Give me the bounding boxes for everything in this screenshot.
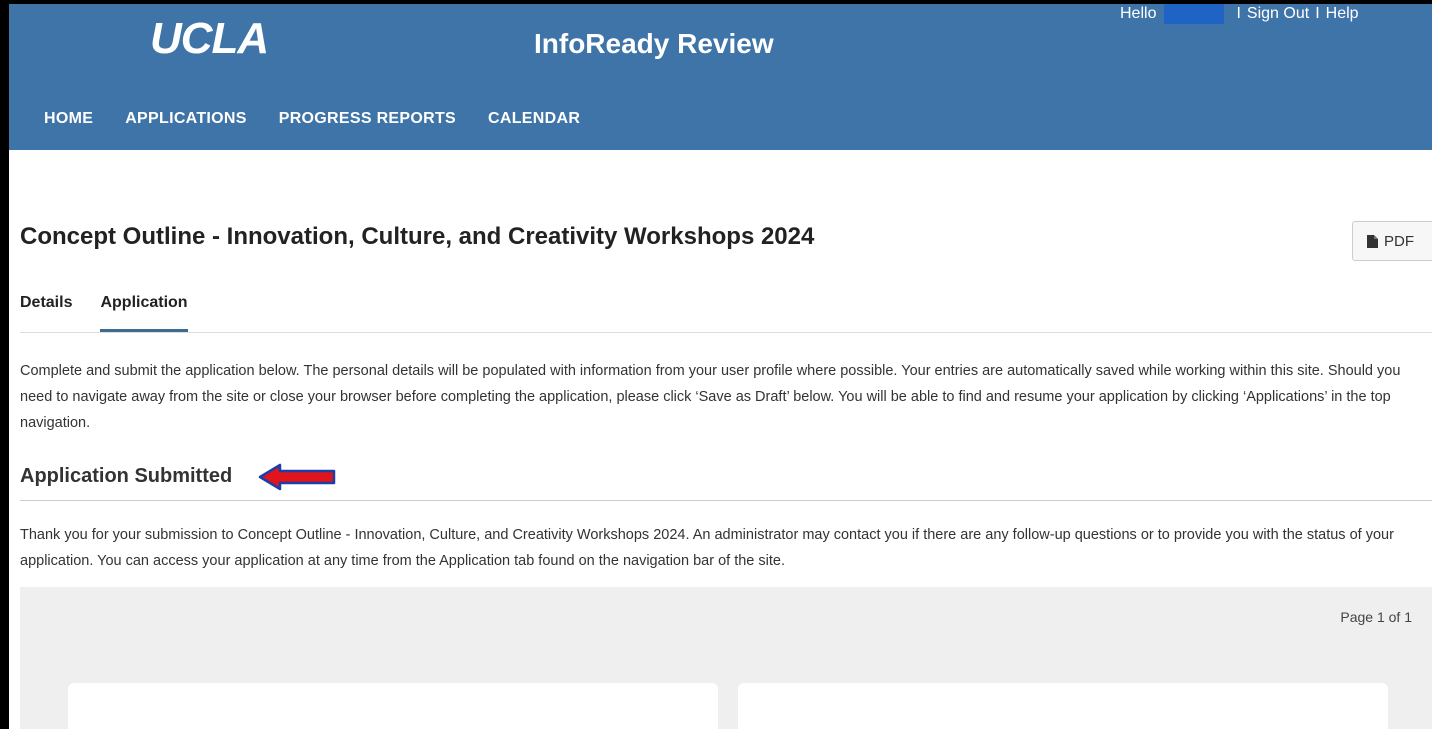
tab-details[interactable]: Details bbox=[20, 294, 72, 332]
preview-card bbox=[68, 683, 718, 729]
submission-heading: Application Submitted bbox=[20, 465, 233, 487]
section-divider bbox=[20, 500, 1432, 501]
pdf-label: PDF bbox=[1384, 232, 1414, 250]
submission-message: Thank you for your submission to Concept… bbox=[20, 527, 1394, 569]
nav-item-home[interactable]: HOME bbox=[44, 110, 93, 128]
nav-item-applications[interactable]: APPLICATIONS bbox=[125, 110, 247, 128]
header-bar: UCLA InfoReady Review Hello I Sign Out I… bbox=[0, 0, 1432, 150]
page-title: Concept Outline - Innovation, Culture, a… bbox=[20, 223, 815, 250]
file-icon bbox=[1367, 234, 1378, 248]
left-edge bbox=[0, 0, 9, 729]
ucla-logo[interactable]: UCLA bbox=[150, 14, 269, 64]
red-arrow-icon bbox=[258, 462, 336, 497]
app-title: InfoReady Review bbox=[534, 28, 774, 59]
preview-card bbox=[738, 683, 1388, 729]
nav-item-progress-reports[interactable]: PROGRESS REPORTS bbox=[279, 110, 456, 128]
tab-divider bbox=[20, 332, 1432, 333]
user-bar: Hello I Sign Out I Help bbox=[1120, 4, 1359, 24]
greeting: Hello bbox=[1120, 5, 1157, 22]
intro-text: Complete and submit the application belo… bbox=[20, 363, 1401, 431]
sign-out-link[interactable]: Sign Out bbox=[1247, 5, 1309, 23]
main-nav: HOME APPLICATIONS PROGRESS REPORTS CALEN… bbox=[44, 110, 580, 128]
page-indicator: Page 1 of 1 bbox=[1340, 609, 1412, 625]
user-name-redacted bbox=[1164, 4, 1225, 24]
separator: I bbox=[1236, 5, 1241, 22]
separator: I bbox=[1315, 5, 1320, 22]
nav-item-calendar[interactable]: CALENDAR bbox=[488, 110, 580, 128]
application-preview-panel: Page 1 of 1 bbox=[20, 587, 1432, 729]
help-link[interactable]: Help bbox=[1326, 5, 1359, 23]
tab-bar: Details Application bbox=[20, 294, 188, 332]
tab-application[interactable]: Application bbox=[100, 294, 188, 332]
pdf-button[interactable]: PDF bbox=[1352, 221, 1432, 261]
